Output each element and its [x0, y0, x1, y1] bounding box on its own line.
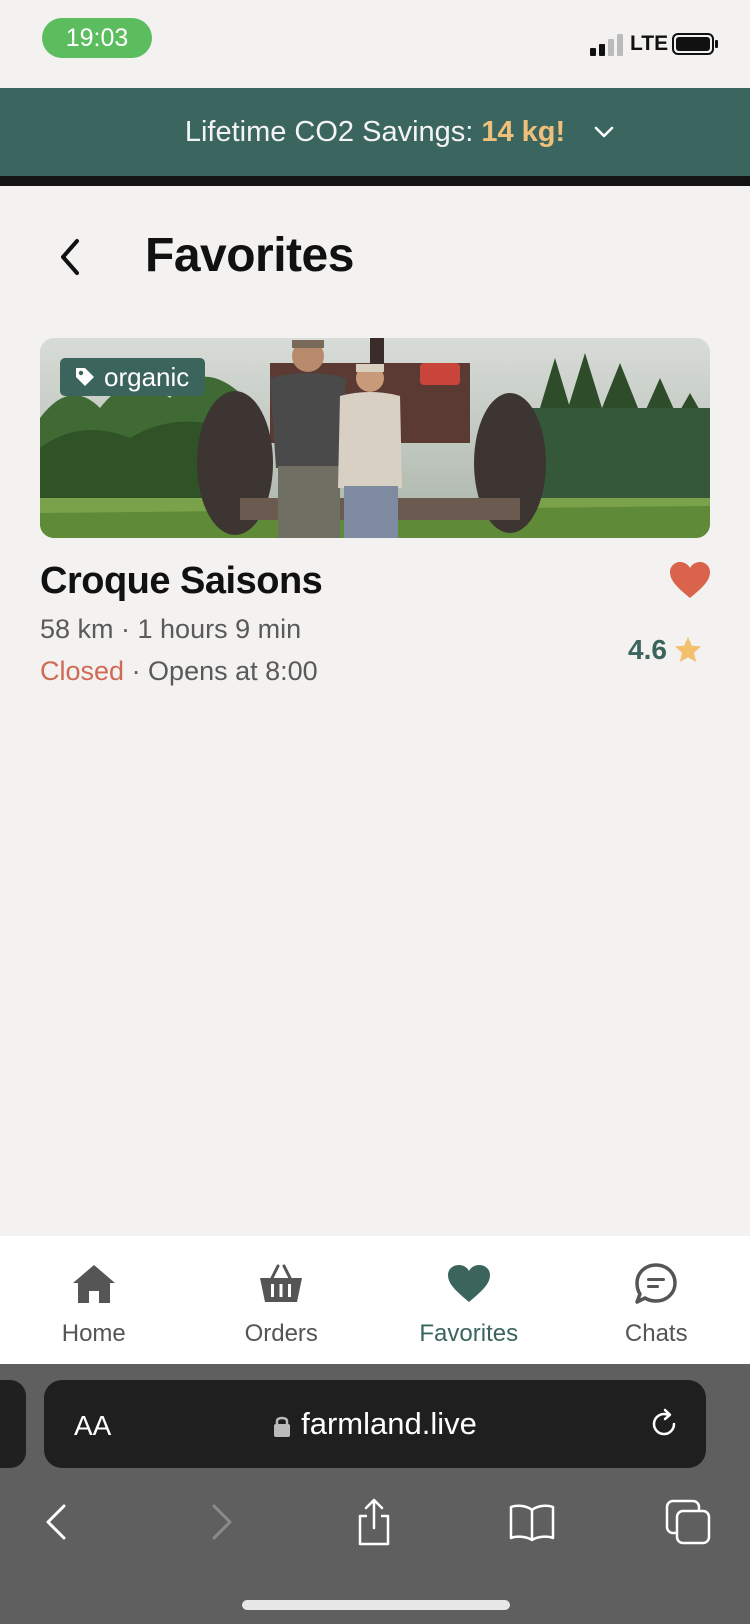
browser-chrome: AA farmland.live [0, 1364, 750, 1624]
signal-icon [590, 34, 623, 56]
page-title: Favorites [145, 229, 354, 282]
back-arrow-icon [61, 239, 79, 275]
address-bar[interactable]: AA farmland.live [44, 1380, 706, 1468]
tag-icon [76, 368, 94, 386]
nav-chats[interactable]: Chats [563, 1236, 750, 1364]
favorite-farm-card[interactable]: organic Croque Saisons 58 km · 1 hours 9… [40, 338, 710, 686]
rating-value: 4.6 [628, 634, 667, 665]
back-button[interactable] [50, 232, 90, 282]
forward-nav-icon[interactable] [196, 1498, 244, 1546]
tag-label: organic [104, 361, 190, 392]
opening-hours: · Opens at 8:00 [131, 656, 318, 686]
nav-favorites[interactable]: Favorites [375, 1236, 563, 1364]
tabs-icon[interactable] [664, 1498, 712, 1546]
bookmarks-icon[interactable] [508, 1498, 556, 1546]
co2-value: 14 kg! [481, 115, 566, 148]
bottom-nav: Home Orders Favorites Chats [0, 1236, 750, 1364]
share-icon[interactable] [350, 1498, 398, 1546]
co2-label: Lifetime CO2 Savings: [184, 115, 474, 148]
closed-label: Closed [40, 656, 125, 686]
nav-favorites-label: Favorites [419, 1320, 519, 1347]
home-indicator [242, 1600, 510, 1610]
farm-name[interactable]: Croque Saisons [40, 560, 323, 603]
browser-toolbar [0, 1486, 750, 1566]
nav-chats-label: Chats [624, 1320, 688, 1347]
network-label: LTE [630, 32, 669, 55]
status-time: 19:03 [42, 18, 152, 58]
url-display[interactable]: farmland.live [44, 1406, 706, 1442]
co2-savings-banner[interactable]: Lifetime CO2 Savings: 14 kg! [0, 88, 750, 186]
back-nav-icon[interactable] [34, 1498, 82, 1546]
home-icon [72, 1265, 115, 1303]
reload-icon[interactable] [648, 1408, 680, 1440]
previous-tab-preview[interactable] [0, 1380, 26, 1468]
nav-orders[interactable]: Orders [188, 1236, 376, 1364]
star-icon [674, 636, 702, 662]
farm-rating: 4.6 [628, 634, 703, 666]
basket-icon [260, 1264, 303, 1302]
lock-icon [274, 1416, 291, 1437]
nav-home[interactable]: Home [0, 1236, 188, 1364]
heart-icon [447, 1265, 490, 1302]
nav-orders-label: Orders [244, 1320, 318, 1347]
organic-tag: organic [60, 358, 206, 396]
battery-icon [672, 33, 718, 55]
nav-home-label: Home [61, 1320, 126, 1347]
status-bar: 19:03 LTE [0, 0, 750, 88]
url-text: farmland.live [301, 1406, 477, 1441]
farm-photo[interactable]: organic [40, 338, 710, 538]
chevron-down-icon[interactable] [592, 120, 616, 144]
favorite-heart-button[interactable] [668, 560, 712, 600]
farm-status: Closed · Opens at 8:00 [40, 656, 318, 687]
chat-icon [635, 1263, 677, 1304]
farm-distance: 58 km · 1 hours 9 min [40, 614, 302, 644]
